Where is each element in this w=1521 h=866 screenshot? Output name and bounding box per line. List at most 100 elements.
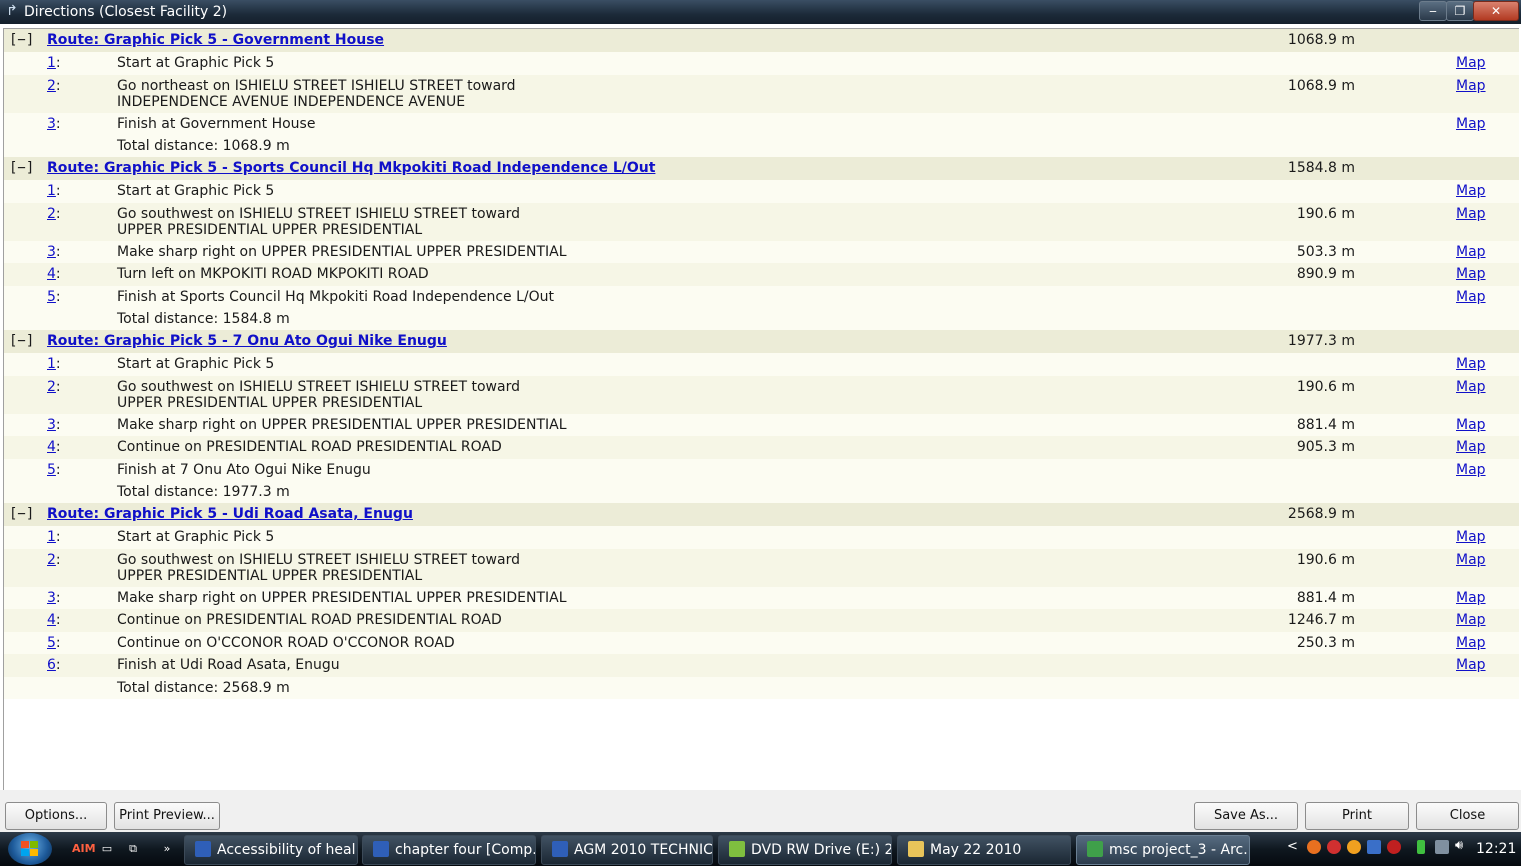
route-title-link[interactable]: Route: Graphic Pick 5 - Government House	[47, 32, 384, 48]
step-text: Make sharp right on UPPER PRESIDENTIAL U…	[117, 244, 817, 260]
step-number-link[interactable]: 3	[47, 590, 56, 606]
step-number-link[interactable]: 4	[47, 612, 56, 628]
step-row: 4: Continue on PRESIDENTIAL ROAD PRESIDEN…	[4, 609, 1519, 632]
map-link[interactable]: Map	[1456, 55, 1486, 71]
step-row: 3: Make sharp right on UPPER PRESIDENTIAL…	[4, 413, 1519, 436]
map-link[interactable]: Map	[1456, 417, 1486, 433]
print-preview-button[interactable]: Print Preview...	[114, 802, 220, 830]
network-icon[interactable]	[1435, 840, 1449, 854]
map-link[interactable]: Map	[1456, 78, 1486, 94]
collapse-toggle[interactable]: [−]	[9, 333, 34, 349]
close-window-button[interactable]: ✕	[1473, 1, 1519, 21]
save-as-button[interactable]: Save As...	[1194, 802, 1298, 830]
step-number-link[interactable]: 2	[47, 78, 56, 94]
map-link[interactable]: Map	[1456, 635, 1486, 651]
aim-icon[interactable]: AIM	[72, 841, 96, 857]
minimize-button[interactable]: ‒	[1419, 1, 1447, 21]
tray-bluetooth-icon[interactable]	[1367, 840, 1381, 854]
step-number-link[interactable]: 5	[47, 635, 56, 651]
start-button[interactable]	[8, 833, 52, 865]
tray-expand-icon[interactable]: <	[1287, 839, 1298, 854]
taskbar-item[interactable]: chapter four [Comp...	[362, 835, 536, 865]
map-link[interactable]: Map	[1456, 612, 1486, 628]
map-link[interactable]: Map	[1456, 590, 1486, 606]
step-number-link[interactable]: 1	[47, 356, 56, 372]
clock[interactable]: 12:21	[1476, 841, 1516, 857]
collapse-toggle[interactable]: [−]	[9, 506, 34, 522]
step-number: 5:	[47, 288, 61, 305]
step-number-link[interactable]: 2	[47, 379, 56, 395]
step-number-link[interactable]: 2	[47, 552, 56, 568]
route-header: [−] Route: Graphic Pick 5 - Udi Road Asat…	[4, 503, 1519, 526]
step-number-link[interactable]: 3	[47, 417, 56, 433]
map-link[interactable]: Map	[1456, 289, 1486, 305]
step-number-link[interactable]: 3	[47, 244, 56, 260]
step-number-link[interactable]: 5	[47, 462, 56, 478]
maximize-button[interactable]: ❐	[1446, 1, 1474, 21]
show-desktop-icon[interactable]: ▭	[98, 841, 116, 857]
map-link[interactable]: Map	[1456, 183, 1486, 199]
collapse-toggle[interactable]: [−]	[9, 160, 34, 176]
map-link[interactable]: Map	[1456, 244, 1486, 260]
step-text-line: Finish at Government House	[117, 115, 316, 132]
battery-icon[interactable]	[1417, 840, 1425, 854]
map-link[interactable]: Map	[1456, 462, 1486, 478]
taskbar-item-label: AGM 2010 TECHNIC...	[574, 842, 713, 858]
step-number-link[interactable]: 1	[47, 529, 56, 545]
step-number-link[interactable]: 1	[47, 55, 56, 71]
map-link[interactable]: Map	[1456, 529, 1486, 545]
route-title-link[interactable]: Route: Graphic Pick 5 - 7 Onu Ato Ogui N…	[47, 333, 447, 349]
step-distance: 503.3 m	[1296, 243, 1355, 260]
step-row: 5: Finish at 7 Onu Ato Ogui Nike Enugu Map	[4, 458, 1519, 481]
step-text: Continue on O'CCONOR ROAD O'CCONOR ROAD	[117, 635, 817, 651]
close-button[interactable]: Close	[1416, 802, 1519, 830]
step-number-link[interactable]: 3	[47, 116, 56, 132]
step-text: Go northeast on ISHIELU STREET ISHIELU S…	[117, 78, 817, 110]
tray-antivirus-icon[interactable]	[1387, 840, 1401, 854]
tray-security-icon[interactable]	[1327, 840, 1341, 854]
route-title-link[interactable]: Route: Graphic Pick 5 - Sports Council H…	[47, 160, 655, 176]
tray-app-icon[interactable]	[1307, 840, 1321, 854]
step-text: Finish at Udi Road Asata, Enugu	[117, 657, 817, 673]
step-number-link[interactable]: 6	[47, 657, 56, 673]
options-button[interactable]: Options...	[5, 802, 107, 830]
route-title-link[interactable]: Route: Graphic Pick 5 - Udi Road Asata, …	[47, 506, 413, 522]
map-link[interactable]: Map	[1456, 116, 1486, 132]
switch-windows-icon[interactable]: ⧉	[124, 841, 142, 857]
step-text: Go southwest on ISHIELU STREET ISHIELU S…	[117, 206, 817, 238]
word-document-icon	[552, 841, 568, 857]
volume-icon[interactable]: 🔊︎	[1455, 838, 1463, 853]
map-link[interactable]: Map	[1456, 266, 1486, 282]
print-button[interactable]: Print	[1305, 802, 1409, 830]
step-number: 6:	[47, 657, 61, 673]
step-number: 2:	[47, 77, 61, 94]
step-number-link[interactable]: 1	[47, 183, 56, 199]
taskbar-item[interactable]: May 22 2010	[897, 835, 1071, 865]
taskbar-item[interactable]: msc project_3 - Arc...	[1076, 835, 1250, 865]
map-link[interactable]: Map	[1456, 379, 1486, 395]
collapse-toggle[interactable]: [−]	[9, 32, 34, 48]
window-title: Directions (Closest Facility 2)	[24, 4, 228, 20]
step-number-link[interactable]: 5	[47, 289, 56, 305]
taskbar-item[interactable]: DVD RW Drive (E:) 2...	[718, 835, 892, 865]
step-number-link[interactable]: 4	[47, 439, 56, 455]
taskbar-item[interactable]: AGM 2010 TECHNIC...	[541, 835, 713, 865]
step-row: 1: Start at Graphic Pick 5 Map	[4, 526, 1519, 549]
map-link[interactable]: Map	[1456, 657, 1486, 673]
map-link[interactable]: Map	[1456, 206, 1486, 222]
total-row: Total distance: 1584.8 m	[4, 308, 1519, 330]
step-text-line: UPPER PRESIDENTIAL UPPER PRESIDENTIAL	[117, 221, 423, 238]
step-text-line: Start at Graphic Pick 5	[117, 356, 275, 372]
system-tray: < 🔊︎ 12:21	[1283, 835, 1519, 863]
step-number-link[interactable]: 2	[47, 206, 56, 222]
map-link[interactable]: Map	[1456, 552, 1486, 568]
directions-list[interactable]: [−] Route: Graphic Pick 5 - Government Ho…	[3, 28, 1519, 791]
quick-launch-more-icon[interactable]: »	[160, 841, 174, 857]
map-link[interactable]: Map	[1456, 356, 1486, 372]
step-distance: 905.3 m	[1296, 439, 1355, 455]
taskbar-item[interactable]: Accessibility of heal...	[184, 835, 358, 865]
title-bar: ↱ Directions (Closest Facility 2) ‒ ❐ ✕	[0, 0, 1521, 24]
tray-update-icon[interactable]	[1347, 840, 1361, 854]
map-link[interactable]: Map	[1456, 439, 1486, 455]
step-number-link[interactable]: 4	[47, 266, 56, 282]
